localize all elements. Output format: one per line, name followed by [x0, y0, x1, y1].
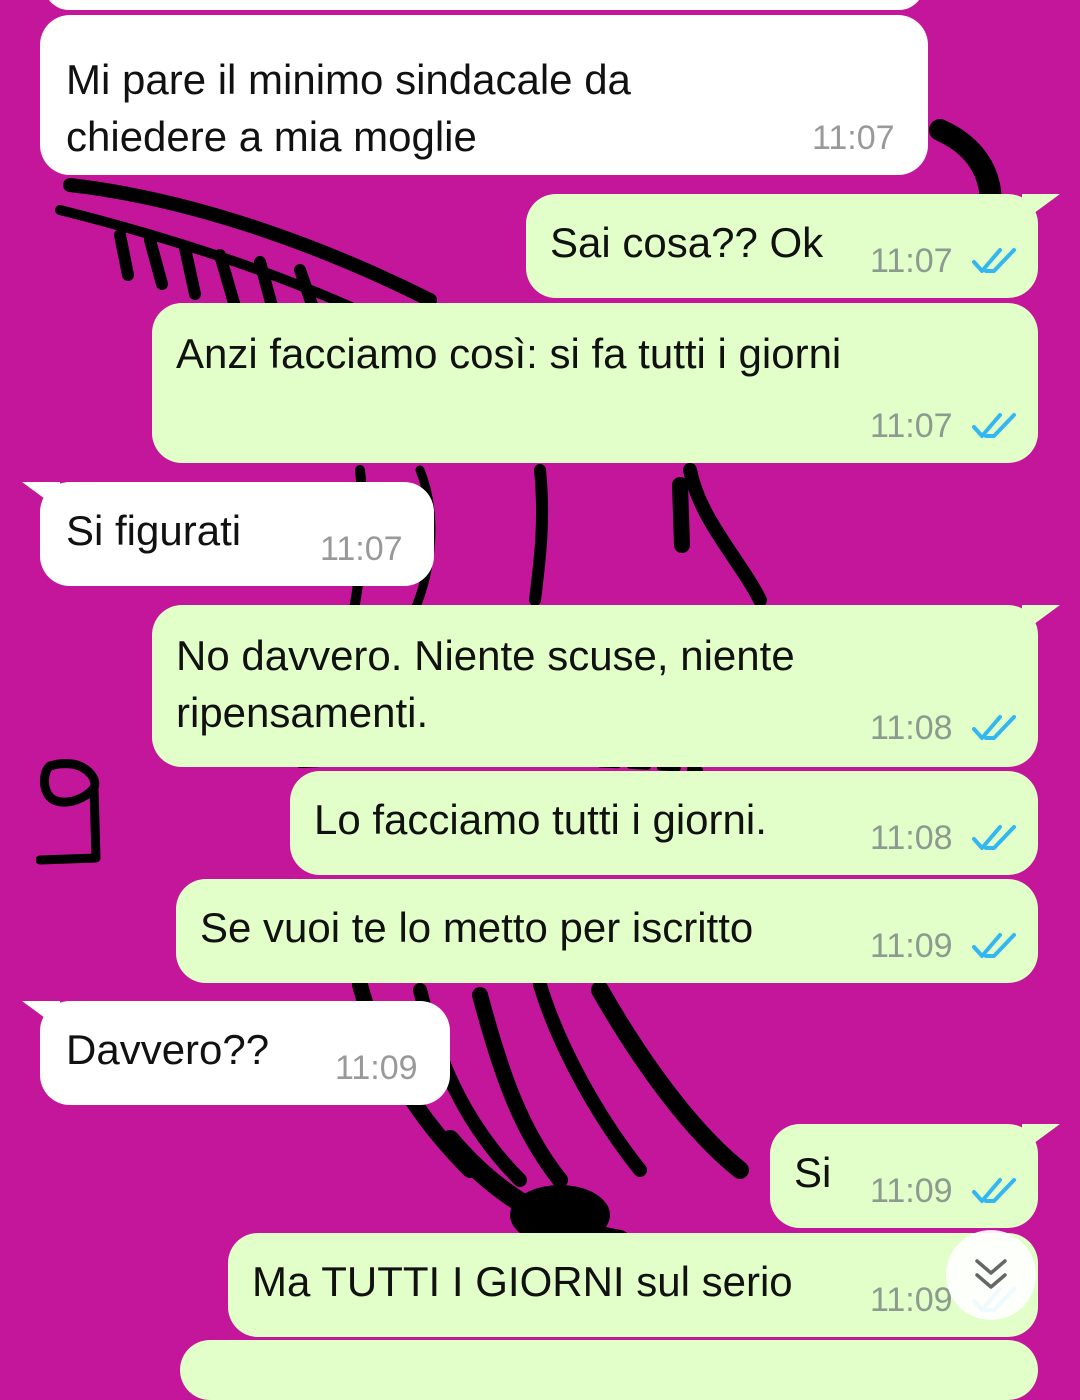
double-check-icon — [972, 248, 1016, 273]
message-text: No davvero. Niente scuse, niente ripensa… — [176, 632, 795, 736]
message-bubble-outgoing[interactable]: Sai cosa?? Ok 11:07 — [526, 194, 1038, 298]
message-time: 11:09 — [335, 1049, 418, 1087]
message-text: Anzi facciamo così: si fa tutti i giorni — [176, 330, 842, 377]
message-bubble-partial — [180, 1340, 1038, 1400]
message-bubble-outgoing[interactable]: No davvero. Niente scuse, niente ripensa… — [152, 605, 1038, 767]
message-text: Mi pare il minimo sindacale da chiedere … — [66, 56, 631, 160]
message-text: Davvero?? — [66, 1026, 270, 1073]
message-bubble-outgoing[interactable]: Ma TUTTI I GIORNI sul serio 11:09 — [228, 1233, 1038, 1337]
message-bubble-outgoing[interactable]: Se vuoi te lo metto per iscritto 11:09 — [176, 879, 1038, 983]
message-text: Ma TUTTI I GIORNI sul serio — [252, 1258, 793, 1305]
message-text: Si — [794, 1149, 832, 1196]
message-text: Lo facciamo tutti i giorni. — [314, 796, 767, 843]
message-time: 11:09 — [870, 927, 953, 965]
message-text: Se vuoi te lo metto per iscritto — [200, 904, 754, 951]
double-check-icon — [972, 413, 1016, 438]
message-time: 11:08 — [870, 819, 953, 857]
message-time: 11:09 — [870, 1172, 953, 1210]
message-time: 11:08 — [870, 709, 953, 747]
double-check-icon — [972, 933, 1016, 958]
message-bubble-outgoing[interactable]: Anzi facciamo così: si fa tutti i giorni… — [152, 303, 1038, 463]
message-bubble-incoming[interactable]: Si figurati 11:07 — [40, 482, 434, 586]
message-time: 11:07 — [870, 407, 953, 445]
message-bubble-outgoing[interactable]: Si 11:09 — [770, 1124, 1038, 1228]
scroll-to-bottom-button[interactable] — [946, 1230, 1036, 1320]
message-bubble-incoming[interactable]: Mi pare il minimo sindacale da chiedere … — [40, 15, 928, 175]
handwritten-annotation: 9 — [35, 758, 106, 873]
message-bubble-partial — [44, 0, 924, 10]
double-check-icon — [972, 1178, 1016, 1203]
message-bubble-outgoing[interactable]: Lo facciamo tutti i giorni. 11:08 — [290, 771, 1038, 875]
message-bubble-incoming[interactable]: Davvero?? 11:09 — [40, 1001, 450, 1105]
message-time: 11:09 — [870, 1281, 953, 1319]
message-time: 11:07 — [812, 119, 895, 157]
message-time: 11:07 — [320, 530, 403, 568]
annotation-nine-drawing — [35, 759, 101, 865]
message-time: 11:07 — [870, 242, 953, 280]
double-check-icon — [972, 825, 1016, 850]
double-chevron-down-icon — [975, 1259, 1007, 1289]
double-check-icon — [972, 715, 1016, 740]
message-text: Si figurati — [66, 507, 242, 554]
message-text: Sai cosa?? Ok — [550, 219, 824, 266]
